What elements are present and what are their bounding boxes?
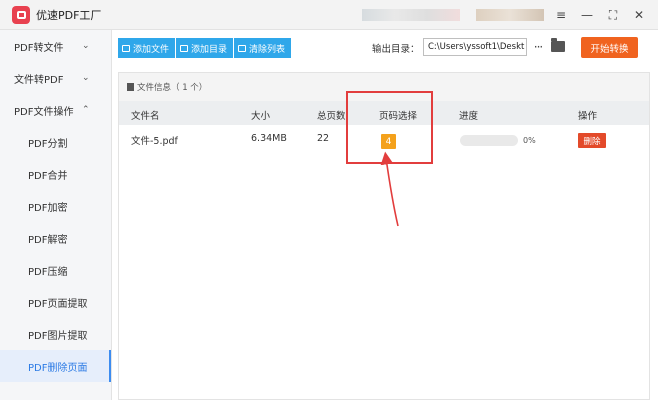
annotation-arrow — [380, 151, 399, 227]
